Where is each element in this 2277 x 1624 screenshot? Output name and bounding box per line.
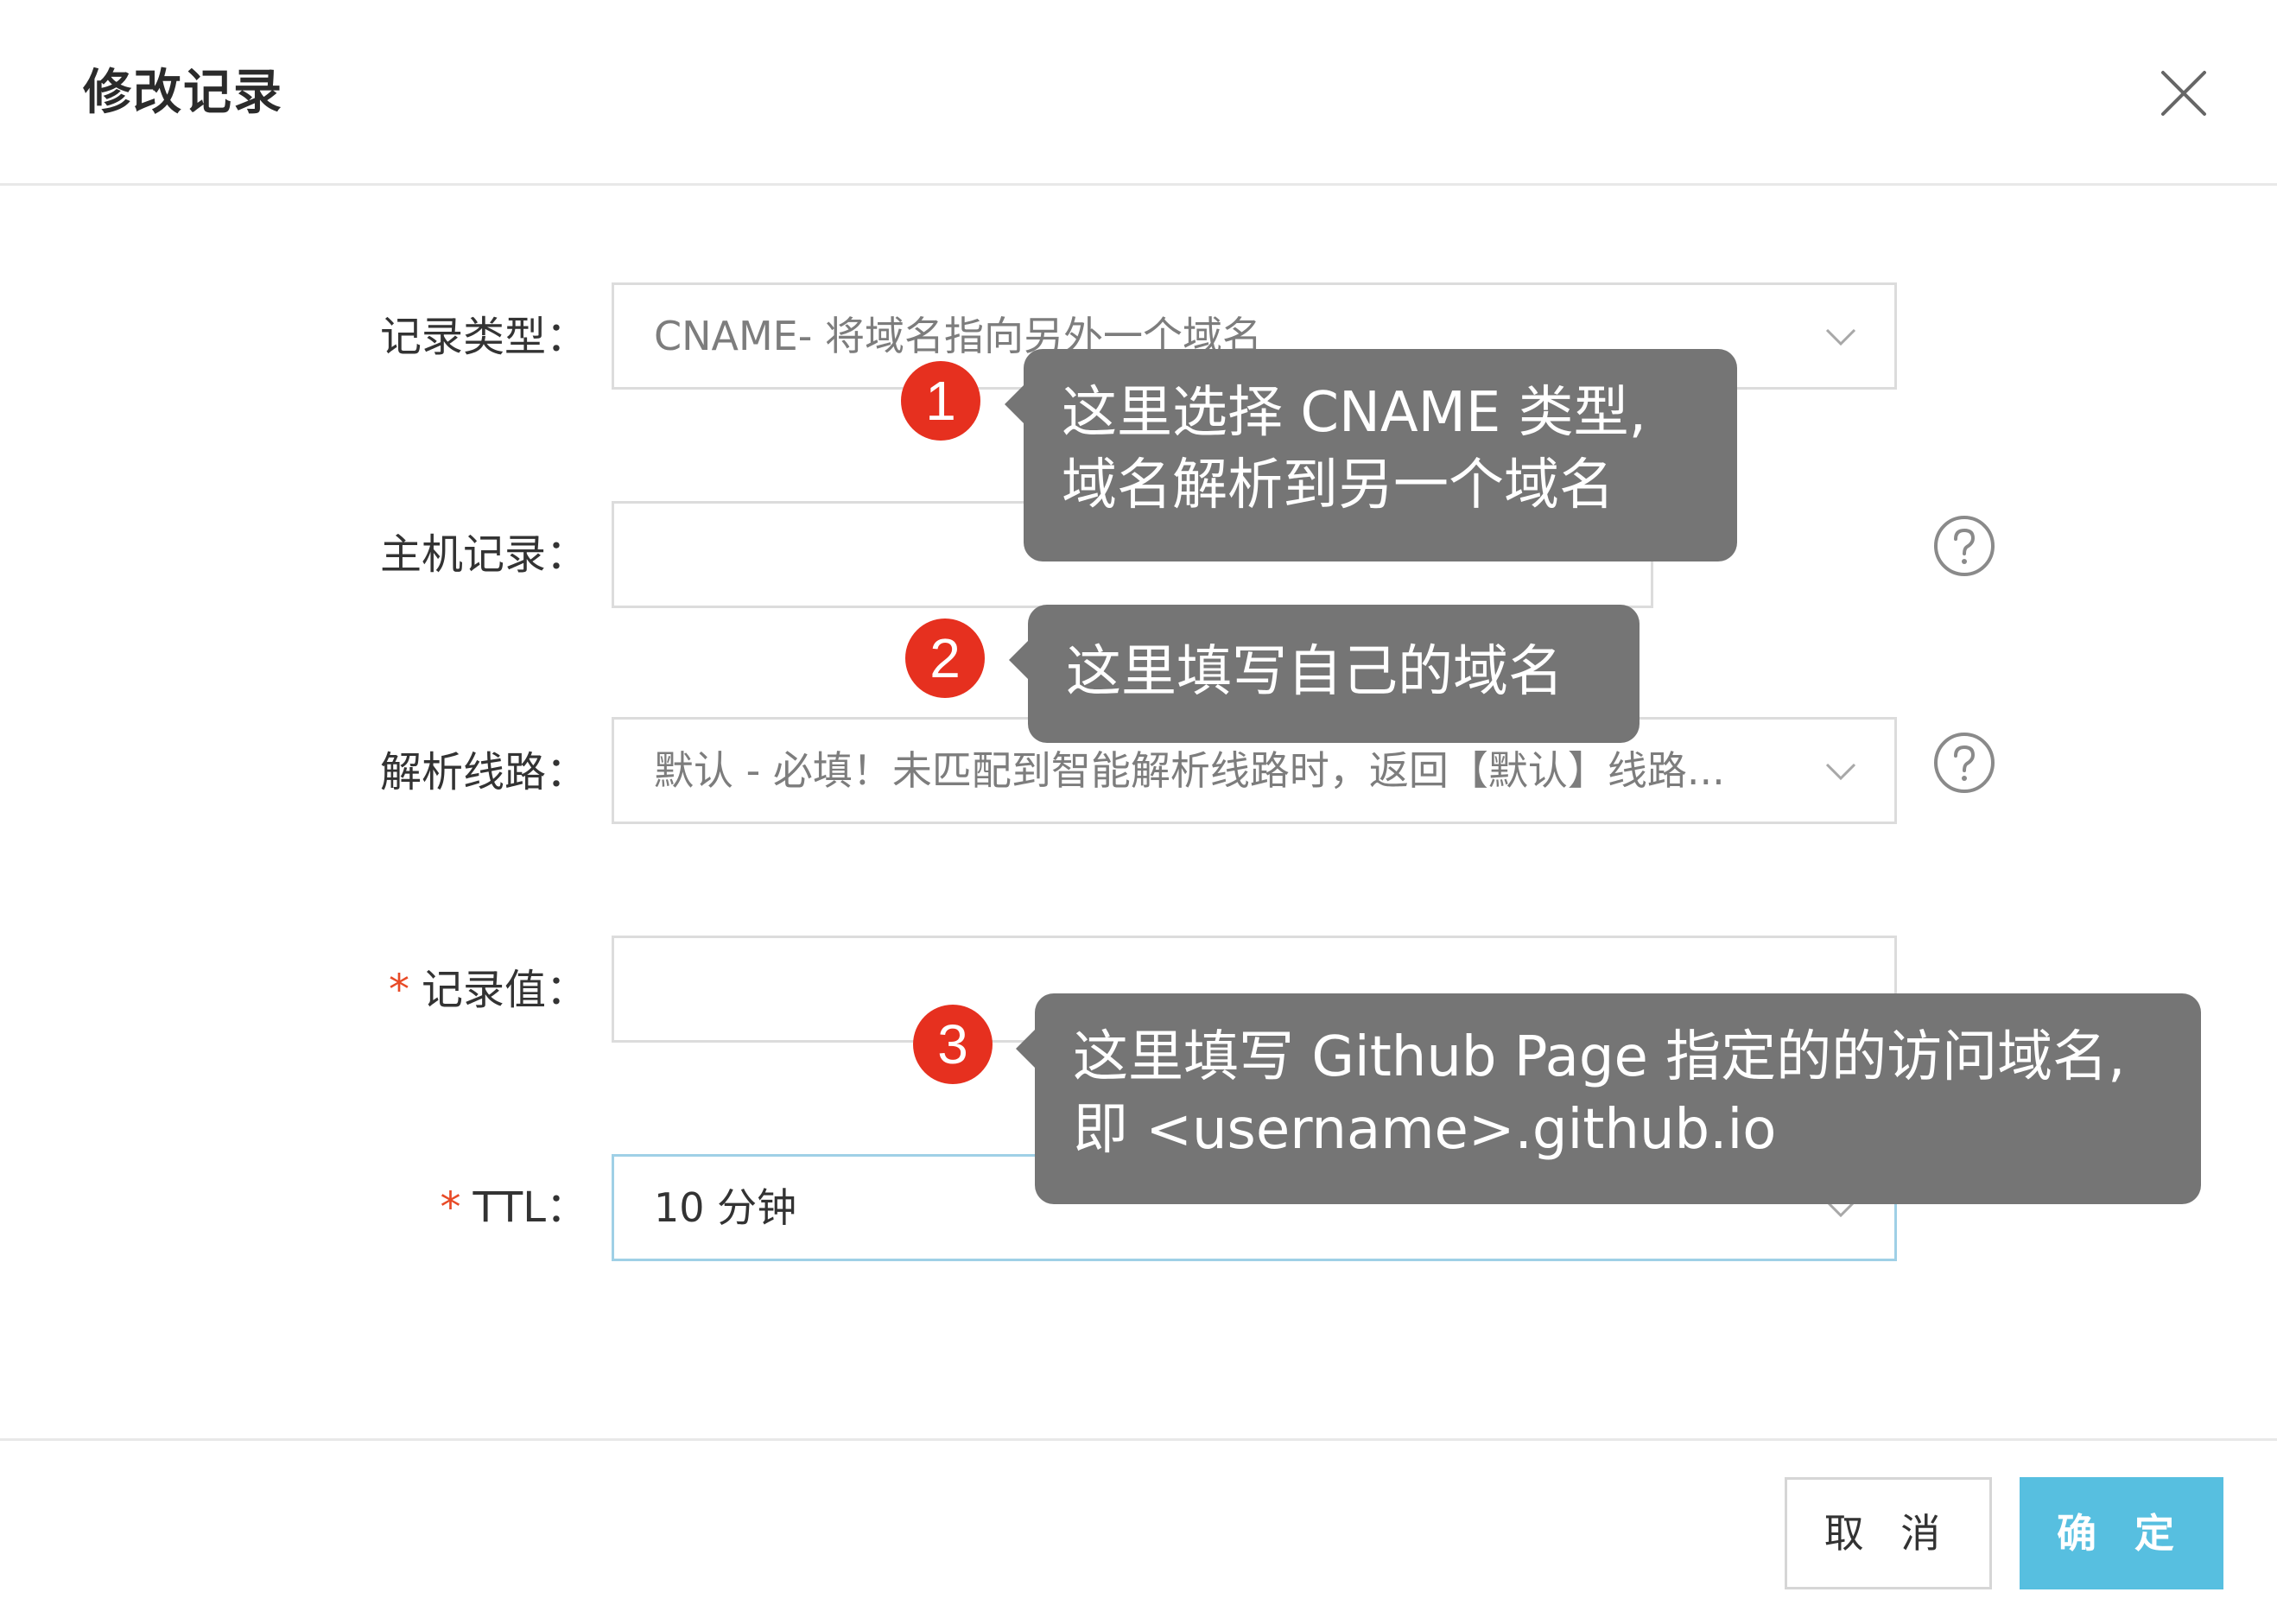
annotation-1-line-2: 域名解析到另一个域名 [1062,454,1614,517]
required-mark: * [440,1183,461,1232]
edit-record-dialog: 修改记录 记录类型： CNAME- 将域名指向另外一个域名 主机记录： 解析线路… [0,0,2277,1624]
footer-divider [0,1438,2277,1441]
dialog-header: 修改记录 [0,0,2277,186]
annotation-number-2: 2 [905,619,985,698]
annotation-callout-2: 这里填写自己的域名 [1009,605,1640,743]
chevron-down-icon [1825,763,1856,781]
annotation-2-line-1: 这里填写自己的域名 [1066,640,1563,704]
cancel-button[interactable]: 取 消 [1785,1477,1992,1589]
chevron-down-icon [1825,328,1856,346]
annotation-number-1: 1 [901,361,980,441]
annotation-1-line-1: 这里选择 CNAME 类型, [1062,381,1647,445]
annotation-3-line-1: 这里填写 Github Page 指定的的访问域名, [1073,1025,2126,1089]
required-mark: * [388,966,409,1014]
confirm-button[interactable]: 确 定 [2020,1477,2223,1589]
ttl-label-text: TTL： [473,1183,587,1232]
host-record-label: 主机记录： [379,530,587,579]
record-value-label-text: 记录值： [421,966,587,1014]
annotation-callout-3: 这里填写 Github Page 指定的的访问域名, 即 <username>.… [1016,993,2201,1204]
record-value-label: * 记录值： [242,964,587,1016]
help-icon[interactable] [1931,513,1997,579]
annotation-callout-1: 这里选择 CNAME 类型, 域名解析到另一个域名 [1005,349,1737,561]
resolution-line-label: 解析线路： [379,748,587,796]
help-icon[interactable] [1931,730,1997,796]
ttl-label: * TTL： [242,1182,587,1234]
dialog-title: 修改记录 [83,65,283,121]
ttl-value: 10 分钟 [654,1184,797,1231]
record-type-label: 记录类型： [379,313,587,361]
annotation-3-line-2: 即 <username>.github.io [1073,1098,1777,1162]
close-icon[interactable] [2151,60,2217,126]
annotation-number-3: 3 [913,1005,993,1084]
resolution-line-value: 默认 - 必填！未匹配到智能解析线路时，返回【默认】线路... [654,747,1725,794]
